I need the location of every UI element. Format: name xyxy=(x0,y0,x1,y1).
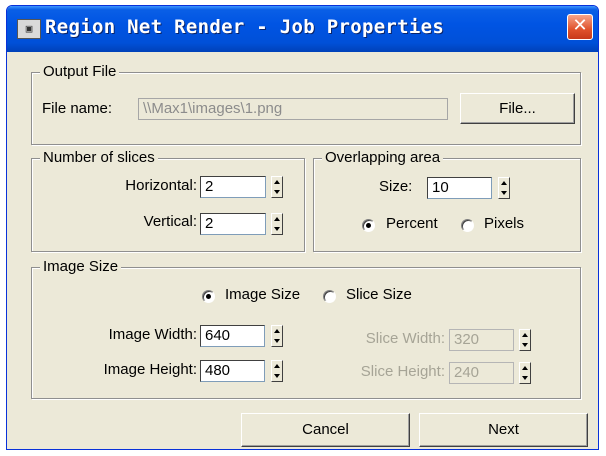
spinner-up-icon xyxy=(274,180,280,184)
image-width-spinner[interactable] xyxy=(271,325,283,347)
image-height-input[interactable]: 480 xyxy=(200,360,265,382)
number-of-slices-group: Number of slices Horizontal: 2 Vertical:… xyxy=(31,149,305,252)
overlapping-area-group: Overlapping area Size: 10 Percent Pixels xyxy=(313,149,581,252)
spinner-down-icon xyxy=(274,190,280,194)
image-size-radio-label[interactable]: Image Size xyxy=(225,285,300,305)
image-size-group: Image Size Image Size Slice Size Image W… xyxy=(31,258,581,399)
percent-radio[interactable] xyxy=(362,219,375,232)
spinner-up-icon xyxy=(522,333,528,337)
slice-height-spinner xyxy=(519,362,531,384)
spinner-down-icon xyxy=(274,374,280,378)
slice-size-radio-label[interactable]: Slice Size xyxy=(346,285,412,305)
vertical-input[interactable]: 2 xyxy=(200,213,266,235)
vertical-label: Vertical: xyxy=(143,213,197,230)
next-button[interactable]: Next xyxy=(419,413,588,447)
image-width-input[interactable]: 640 xyxy=(200,325,265,347)
slice-width-spinner xyxy=(519,329,531,351)
number-of-slices-group-label: Number of slices xyxy=(40,149,158,167)
slice-size-radio[interactable] xyxy=(323,290,336,303)
spinner-down-icon xyxy=(501,191,507,195)
image-width-label: Image Width: xyxy=(108,326,197,343)
pixels-radio[interactable] xyxy=(461,219,474,232)
image-size-radio[interactable] xyxy=(202,290,215,303)
spinner-down-icon xyxy=(274,227,280,231)
percent-radio-label[interactable]: Percent xyxy=(386,214,438,234)
app-icon: ▣ xyxy=(17,19,41,39)
spinner-up-icon xyxy=(501,181,507,185)
title-bar[interactable]: ▣ Region Net Render - Job Properties ✕ xyxy=(7,6,598,52)
spinner-up-icon xyxy=(274,364,280,368)
overlap-size-input[interactable]: 10 xyxy=(427,177,492,199)
output-file-group-label: Output File xyxy=(40,63,120,81)
slice-width-input: 320 xyxy=(449,329,514,351)
close-icon: ✕ xyxy=(572,15,588,36)
close-button[interactable]: ✕ xyxy=(567,14,593,40)
slice-height-label: Slice Height: xyxy=(360,363,445,380)
overlapping-area-group-label: Overlapping area xyxy=(322,149,444,167)
file-name-field[interactable]: \\Max1\images\1.png xyxy=(138,98,448,120)
spinner-down-icon xyxy=(522,343,528,347)
spinner-up-icon xyxy=(274,329,280,333)
vertical-spinner[interactable] xyxy=(271,213,283,235)
spinner-down-icon xyxy=(274,339,280,343)
spinner-up-icon xyxy=(274,217,280,221)
overlap-size-spinner[interactable] xyxy=(498,177,510,199)
overlap-size-label: Size: xyxy=(379,178,413,195)
horizontal-spinner[interactable] xyxy=(271,176,283,198)
image-height-label: Image Height: xyxy=(103,361,197,378)
cancel-button[interactable]: Cancel xyxy=(241,413,410,447)
pixels-radio-label[interactable]: Pixels xyxy=(484,214,524,234)
file-browse-button[interactable]: File... xyxy=(460,93,575,124)
image-height-spinner[interactable] xyxy=(271,360,283,382)
slice-height-input: 240 xyxy=(449,362,514,384)
file-name-label: File name: xyxy=(42,100,113,117)
horizontal-input[interactable]: 2 xyxy=(200,176,266,198)
window-title: Region Net Render - Job Properties xyxy=(45,16,445,38)
job-properties-dialog: ▣ Region Net Render - Job Properties ✕ O… xyxy=(6,5,599,450)
spinner-up-icon xyxy=(522,366,528,370)
image-size-group-label: Image Size xyxy=(40,258,122,276)
slice-width-label: Slice Width: xyxy=(365,330,445,347)
spinner-down-icon xyxy=(522,376,528,380)
horizontal-label: Horizontal: xyxy=(125,177,197,194)
output-file-group: Output File File name: \\Max1\images\1.p… xyxy=(31,63,581,145)
